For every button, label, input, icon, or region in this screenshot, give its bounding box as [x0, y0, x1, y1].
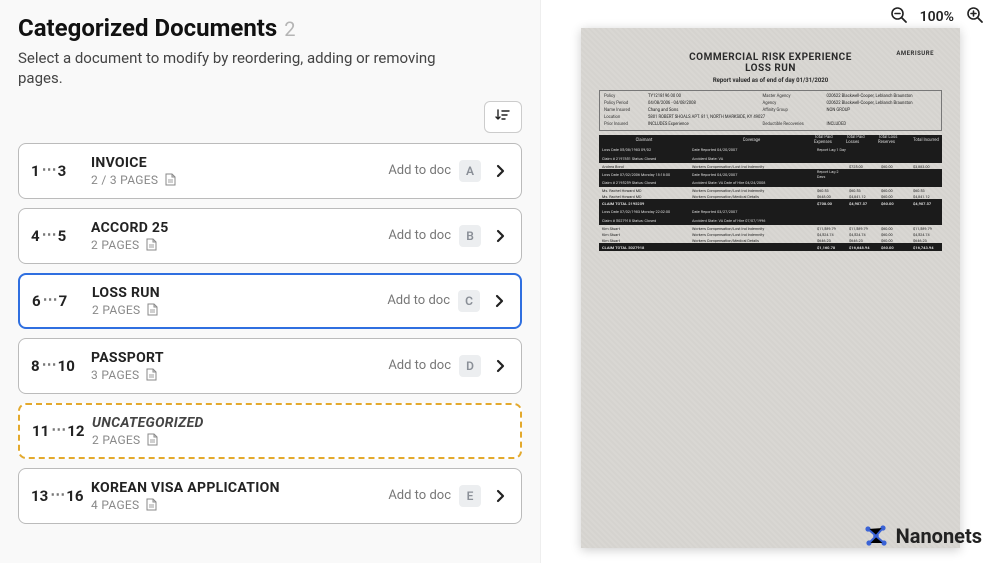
add-to-doc-label: Add to doc — [387, 293, 450, 308]
doc-letter-badge: D — [459, 355, 481, 377]
preview-valued-date: Report valued as of end of day 01/31/202… — [599, 77, 942, 84]
preview-claims: Loss Date 05/08/1983 09/02Date Reported … — [599, 145, 942, 251]
doc-letter-badge: C — [458, 290, 480, 312]
document-name: KOREAN VISA APPLICATION — [91, 480, 388, 496]
add-to-doc-label: Add to doc — [388, 488, 451, 503]
brand-text: Nanonets — [896, 524, 982, 548]
doc-letter-badge: A — [459, 160, 481, 182]
file-icon — [146, 498, 158, 512]
document-list: 1⋯3 INVOICE 2 / 3 PAGES Add to doc A 4⋯5… — [18, 143, 522, 524]
chevron-right-icon — [489, 359, 511, 373]
document-row[interactable]: 8⋯10 PASSPORT 3 PAGES Add to doc D — [18, 338, 522, 394]
page-count-label: 2 PAGES — [92, 303, 140, 317]
document-name: PASSPORT — [91, 350, 388, 366]
page-count-label: 2 / 3 PAGES — [91, 173, 158, 187]
document-preview: AMERISURE COMMERCIAL RISK EXPERIENCE LOS… — [581, 28, 960, 548]
doc-letter-badge: B — [459, 225, 481, 247]
file-icon — [165, 173, 177, 187]
document-row[interactable]: 13⋯16 KOREAN VISA APPLICATION 4 PAGES Ad… — [18, 468, 522, 524]
document-name: ACCORD 25 — [91, 220, 388, 236]
page-range: 11⋯12 — [32, 422, 92, 440]
file-icon — [147, 433, 159, 447]
zoom-level: 100% — [920, 9, 954, 25]
page-range: 4⋯5 — [31, 227, 91, 245]
add-to-doc-label: Add to doc — [388, 163, 451, 178]
title-count: 2 — [284, 17, 295, 41]
page-title: Categorized Documents — [18, 14, 277, 42]
page-count-label: 2 PAGES — [91, 238, 139, 252]
document-row[interactable]: 4⋯5 ACCORD 25 2 PAGES Add to doc B — [18, 208, 522, 264]
preview-table-header: Claimant Coverage Total Paid Expenses To… — [599, 135, 942, 145]
chevron-right-icon — [489, 164, 511, 178]
chevron-right-icon — [489, 489, 511, 503]
preview-pane: 100% AMERISURE COMMERCIAL RISK EXPERIENC… — [540, 0, 1000, 563]
page-count-label: 2 PAGES — [92, 433, 140, 447]
zoom-controls: 100% — [888, 6, 986, 28]
preview-title-2: LOSS RUN — [599, 63, 942, 74]
file-icon — [147, 303, 159, 317]
nanonets-icon — [863, 523, 889, 549]
document-row[interactable]: 11⋯12 UNCATEGORIZED 2 PAGES — [18, 403, 522, 459]
page-subtitle: Select a document to modify by reorderin… — [18, 48, 478, 89]
sort-icon — [495, 107, 511, 126]
preview-logo: AMERISURE — [896, 50, 934, 57]
document-name: LOSS RUN — [92, 285, 387, 301]
page-range: 8⋯10 — [31, 357, 91, 375]
preview-title-1: COMMERCIAL RISK EXPERIENCE — [599, 52, 942, 63]
zoom-in-button[interactable] — [964, 6, 986, 28]
chevron-right-icon — [489, 229, 511, 243]
page-count-label: 3 PAGES — [91, 368, 139, 382]
file-icon — [146, 238, 158, 252]
zoom-in-icon — [965, 5, 985, 29]
add-to-doc-label: Add to doc — [388, 228, 451, 243]
page-range: 1⋯3 — [31, 162, 91, 180]
zoom-out-button[interactable] — [888, 6, 910, 28]
chevron-right-icon — [488, 294, 510, 308]
file-icon — [146, 368, 158, 382]
left-pane: Categorized Documents 2 Select a documen… — [0, 0, 540, 563]
sort-button[interactable] — [484, 101, 522, 133]
add-to-doc-label: Add to doc — [388, 358, 451, 373]
page-range: 6⋯7 — [32, 292, 92, 310]
document-row[interactable]: 6⋯7 LOSS RUN 2 PAGES Add to doc C — [18, 273, 522, 329]
document-name: UNCATEGORIZED — [92, 415, 510, 431]
doc-letter-badge: E — [459, 485, 481, 507]
preview-info-box: PolicyTY1218196 00 00 Master Agency02062… — [599, 90, 942, 131]
brand-logo: Nanonets — [863, 523, 982, 549]
page-range: 13⋯16 — [31, 487, 91, 505]
document-name: INVOICE — [91, 155, 388, 171]
page-count-label: 4 PAGES — [91, 498, 139, 512]
zoom-out-icon — [889, 5, 909, 29]
document-row[interactable]: 1⋯3 INVOICE 2 / 3 PAGES Add to doc A — [18, 143, 522, 199]
